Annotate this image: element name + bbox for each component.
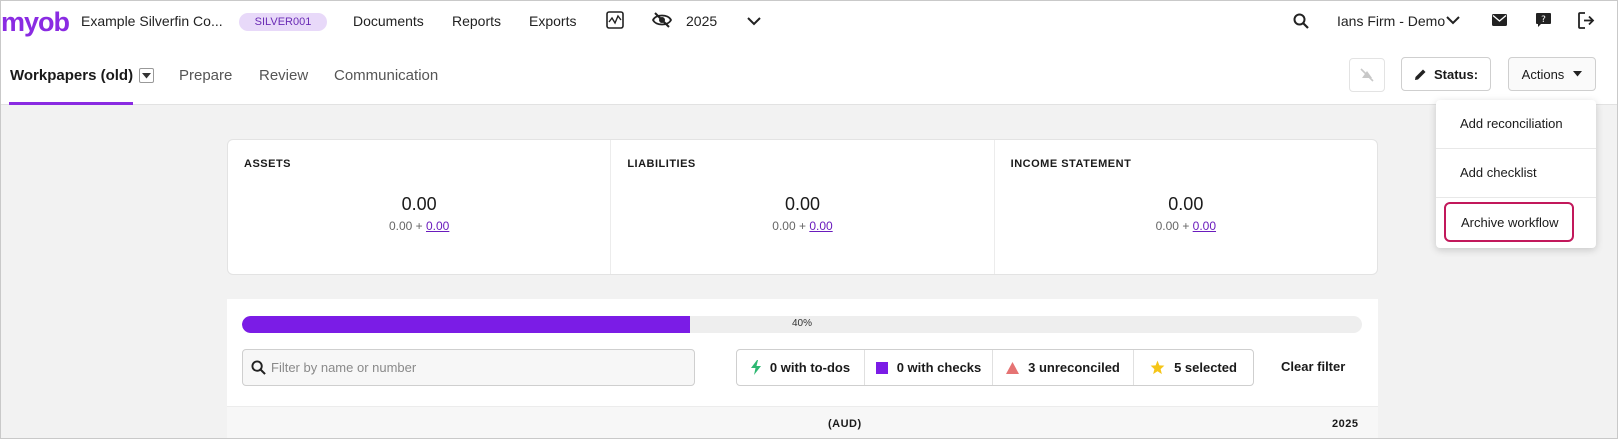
nav-exports[interactable]: Exports [529,13,576,29]
summary-value: 0.00 [401,194,437,214]
currency-column-header: (AUD) [828,418,862,430]
filter-chip-label: 5 selected [1174,360,1237,375]
myob-logo[interactable]: myob [1,7,70,38]
star-icon [1150,360,1165,375]
active-tab-indicator [9,102,133,105]
activity-chart-icon[interactable] [606,11,624,29]
firm-selector[interactable]: Ians Firm - Demo [1337,13,1445,29]
menu-item-add-reconciliation[interactable]: Add reconciliation [1436,100,1596,148]
tab-workpapers-old[interactable]: Workpapers (old) [10,67,133,84]
sync-disabled-button[interactable] [1349,58,1385,92]
clear-filter-button[interactable]: Clear filter [1281,359,1345,374]
summary-label: LIABILITIES [627,158,696,170]
filter-search-box[interactable] [242,349,695,386]
summary-value: 0.00 [784,194,821,214]
summary-breakdown: 0.00 + 0.00 [228,219,610,233]
actions-button[interactable]: Actions [1508,57,1596,91]
triangle-icon [1006,361,1020,374]
pencil-icon [1414,69,1426,80]
actions-label: Actions [1521,66,1565,82]
filter-chip-label: 3 unreconciled [1028,360,1120,375]
logout-icon[interactable] [1578,12,1595,29]
filter-chip-group: 0 with to-dos 0 with checks 3 unreconcil… [736,349,1254,386]
summary-adjustment-link[interactable]: 0.00 [426,219,449,233]
caret-down-icon[interactable] [139,68,154,83]
tab-communication[interactable]: Communication [334,67,438,84]
summary-value: 0.00 [1168,194,1204,214]
eye-slash-icon[interactable] [652,12,672,28]
chevron-down-icon[interactable] [747,14,761,28]
tab-bar: Workpapers (old) Prepare Review Communic… [1,43,1617,105]
help-icon[interactable]: ? [1536,13,1551,28]
filter-checks-chip[interactable]: 0 with checks [865,350,993,385]
summary-breakdown: 0.00 + 0.00 [611,219,993,233]
menu-item-add-checklist[interactable]: Add checklist [1436,149,1596,197]
year-selector[interactable]: 2025 [686,13,717,29]
tab-review[interactable]: Review [259,67,308,84]
search-icon[interactable] [1292,12,1310,30]
summary-liabilities: LIABILITIES 0.00 0.00 + 0.00 [611,140,995,274]
balance-summary-card: ASSETS 0.00 0.00 + 0.00 LIABILITIES 0.00… [227,139,1378,275]
no-sync-icon [1360,68,1374,82]
nav-documents[interactable]: Documents [353,13,424,29]
filter-selected-chip[interactable]: 5 selected [1134,350,1253,385]
filter-unreconciled-chip[interactable]: 3 unreconciled [993,350,1134,385]
tab-prepare[interactable]: Prepare [179,67,232,84]
filter-chip-label: 0 with to-dos [769,360,851,375]
filter-todos-chip[interactable]: 0 with to-dos [737,350,865,385]
mail-icon[interactable] [1492,14,1507,26]
summary-adjustment-link[interactable]: 0.00 [1193,219,1216,233]
menu-item-archive-workflow[interactable]: Archive workflow [1444,202,1574,242]
summary-assets: ASSETS 0.00 0.00 + 0.00 [228,140,612,274]
progress-label: 40% [791,318,812,329]
square-icon [875,361,888,374]
menu-divider [1436,197,1596,198]
status-button[interactable]: Status: [1401,57,1491,91]
company-name[interactable]: Example Silverfin Co... [81,13,223,29]
summary-income-statement: INCOME STATEMENT 0.00 0.00 + 0.00 [995,140,1377,274]
year-column-header[interactable]: 2025 [1332,418,1358,430]
status-label: Status: [1433,66,1479,82]
filter-search-input[interactable] [271,360,691,375]
filter-chip-label: 0 with checks [896,360,982,375]
top-bar: myob Example Silverfin Co... SILVER001 D… [1,1,1617,43]
summary-label: INCOME STATEMENT [1010,158,1132,170]
table-header: (AUD) 2025 [227,406,1378,438]
caret-down-icon [1573,71,1583,77]
nav-reports[interactable]: Reports [452,13,501,29]
summary-base: 0.00 + [772,219,810,233]
lightning-icon [750,360,761,375]
summary-breakdown: 0.00 + 0.00 [995,219,1377,233]
workpapers-panel: 40% 0 with to-dos 0 with checks 3 unreco… [227,299,1378,438]
summary-base: 0.00 + [388,219,426,233]
chevron-down-icon[interactable] [1446,14,1460,26]
progress-bar: 40% [242,316,1362,333]
svg-text:?: ? [1541,15,1546,25]
summary-adjustment-link[interactable]: 0.00 [809,219,832,233]
summary-label: ASSETS [244,158,292,170]
actions-dropdown-menu: Add reconciliation Add checklist Archive… [1436,100,1596,248]
summary-base: 0.00 + [1155,219,1193,233]
search-icon [251,360,266,375]
company-code-badge: SILVER001 [239,13,327,31]
